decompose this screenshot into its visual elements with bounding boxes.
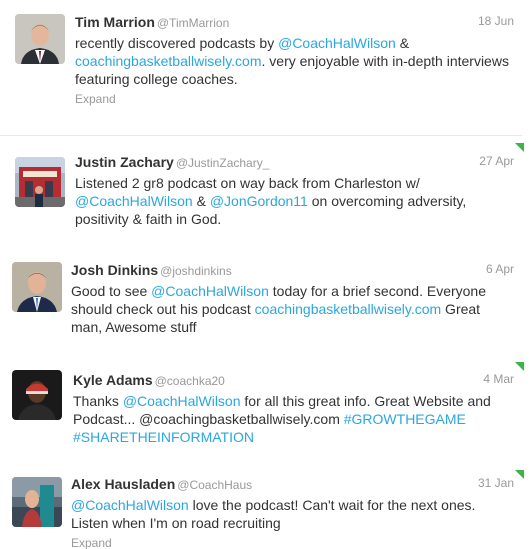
mention-link[interactable]: @CoachHalWilson	[123, 393, 241, 409]
mention-link[interactable]: @JonGordon11	[210, 193, 308, 209]
tweet-text: Good to see @CoachHalWilson today for a …	[71, 283, 486, 335]
mention-link[interactable]: @CoachHalWilson	[278, 35, 396, 51]
author-name[interactable]: Justin Zachary	[75, 154, 174, 170]
new-tweet-marker	[515, 362, 524, 371]
tweet-timestamp[interactable]: 31 Jan	[478, 476, 514, 490]
website-link[interactable]: coachingbasketballwisely.com	[255, 301, 442, 317]
hashtag-link[interactable]: #GROWTHEGAME	[344, 411, 466, 427]
mention-link[interactable]: @CoachHalWilson	[151, 283, 269, 299]
avatar[interactable]	[12, 262, 62, 312]
tweet-timestamp[interactable]: 6 Apr	[486, 262, 514, 276]
author-handle: @TimMarrion	[156, 16, 230, 30]
author-name[interactable]: Tim Marrion	[75, 14, 155, 30]
author-handle: @JustinZachary_	[175, 156, 270, 170]
author-name[interactable]: Josh Dinkins	[71, 262, 158, 278]
tweet-text: Thanks @CoachHalWilson for all this grea…	[73, 393, 491, 445]
divider	[0, 135, 522, 136]
author-name[interactable]: Kyle Adams	[73, 372, 153, 388]
tweet-timestamp[interactable]: 4 Mar	[483, 372, 514, 386]
new-tweet-marker	[515, 470, 524, 479]
new-tweet-marker	[515, 143, 524, 152]
tweet-text: @CoachHalWilson love the podcast! Can't …	[71, 497, 476, 531]
avatar[interactable]	[15, 157, 65, 207]
author-handle: @joshdinkins	[160, 264, 232, 278]
author-handle: @coachka20	[154, 374, 225, 388]
author-handle: @CoachHaus	[177, 478, 253, 492]
avatar[interactable]	[12, 370, 62, 420]
mention-link[interactable]: @CoachHalWilson	[75, 193, 193, 209]
website-link[interactable]: coachingbasketballwisely.com	[75, 53, 262, 69]
avatar[interactable]	[15, 14, 65, 64]
tweet-timestamp[interactable]: 18 Jun	[478, 14, 514, 28]
hashtag-link[interactable]: #SHARETHEINFORMATION	[73, 429, 254, 445]
author-name[interactable]: Alex Hausladen	[71, 476, 175, 492]
avatar[interactable]	[12, 477, 62, 527]
mention-link[interactable]: @CoachHalWilson	[71, 497, 189, 513]
tweet-text: recently discovered podcasts by @CoachHa…	[75, 35, 509, 87]
tweet-timestamp[interactable]: 27 Apr	[479, 154, 514, 168]
expand-link[interactable]: Expand	[75, 92, 514, 106]
tweet-text: Listened 2 gr8 podcast on way back from …	[75, 175, 467, 227]
expand-link[interactable]: Expand	[71, 536, 514, 549]
